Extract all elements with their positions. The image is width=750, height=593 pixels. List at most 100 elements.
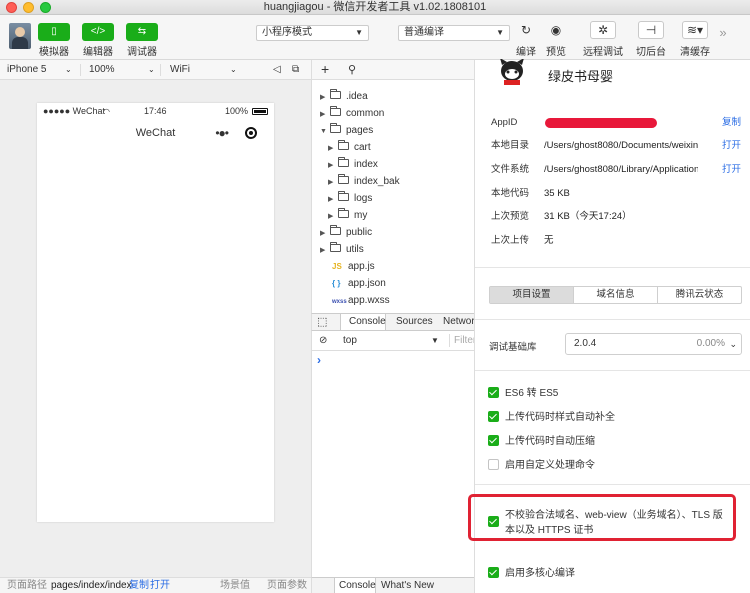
console-prompt: ›	[317, 353, 321, 367]
tree-item-my[interactable]: ▶ my	[328, 207, 367, 224]
bug-icon: ✲	[590, 21, 616, 39]
inspect-element-icon[interactable]: ⬚	[317, 314, 327, 330]
network-select[interactable]: WiFi	[170, 60, 190, 80]
redacted-appid	[545, 118, 657, 128]
debugger-toggle-button[interactable]: ⇆	[126, 23, 158, 41]
copy-appid-link[interactable]: 复制	[722, 115, 741, 131]
checkbox-unchecked-icon[interactable]	[488, 459, 499, 470]
wxss-file-icon: wxss	[332, 299, 347, 305]
simulator-header: iPhone 5 ⌄ 100% ⌄ WiFi ⌄ ◁ ⧉	[0, 60, 311, 80]
open-path-link[interactable]: 打开	[150, 578, 170, 593]
scene-value-link[interactable]: 场景值	[220, 578, 250, 593]
folder-icon	[338, 140, 349, 150]
compile-button[interactable]: ↻ 编译	[514, 21, 538, 58]
info-row-local-code: 本地代码 35 KB	[491, 188, 570, 199]
preview-button[interactable]: ◉ 预览	[544, 21, 568, 58]
layers-icon: ≋▾	[682, 21, 708, 39]
avatar[interactable]	[9, 23, 31, 49]
lib-version-label: 调试基础库	[489, 342, 537, 353]
chevron-down-icon[interactable]: ⌄	[148, 60, 155, 80]
option-es6-to-es5[interactable]: ES6 转 ES5	[488, 387, 558, 401]
zoom-window-button[interactable]	[40, 2, 51, 13]
option-style-autoprefix[interactable]: 上传代码时样式自动补全	[488, 411, 615, 425]
info-row-appid: AppID 复制	[491, 115, 741, 131]
tree-item-public[interactable]: ▶ public	[320, 224, 372, 241]
tab-console[interactable]: Console	[349, 314, 386, 330]
tree-item-app-js[interactable]: JS app.js	[332, 258, 375, 275]
checkbox-checked-icon[interactable]	[488, 411, 499, 422]
minimize-window-button[interactable]	[23, 2, 34, 13]
drawer-tab-whats-new[interactable]: What's New	[381, 578, 434, 593]
tree-item-app-wxss[interactable]: wxssapp.wxss	[332, 292, 390, 309]
tree-item-common[interactable]: ▶ common	[320, 105, 384, 122]
option-multicore-compile[interactable]: 启用多核心编译	[488, 567, 575, 581]
caret-down-icon: ▼	[355, 28, 363, 37]
more-tools-chevron-icon[interactable]: »	[716, 25, 730, 40]
tree-item-logs[interactable]: ▶ logs	[328, 190, 372, 207]
background-button[interactable]: ⊣ 切后台	[636, 21, 666, 58]
mode-select[interactable]: 小程序模式 ▼	[256, 25, 369, 41]
debug-arrows-icon: ⇆	[137, 26, 147, 37]
console-tab-bar: ⬚ Console Sources Network	[311, 313, 475, 331]
option-custom-commands[interactable]: 启用自定义处理命令	[488, 459, 595, 473]
console-output[interactable]: ›	[311, 351, 474, 577]
copy-path-link[interactable]: 复制	[129, 578, 149, 593]
speaker-icon[interactable]: ◁	[273, 60, 281, 80]
open-file-system-link[interactable]: 打开	[722, 162, 741, 178]
caret-right-icon: ▶	[320, 230, 326, 237]
tree-item-idea[interactable]: ▶ .idea	[320, 88, 368, 105]
page-params-link[interactable]: 页面参数	[267, 578, 307, 593]
open-local-dir-link[interactable]: 打开	[722, 138, 741, 154]
chevron-down-icon[interactable]: ⌄	[65, 60, 72, 80]
console-filter-input[interactable]: Filter	[454, 331, 475, 350]
checkbox-checked-icon[interactable]	[488, 435, 499, 446]
popout-icon[interactable]: ⧉	[292, 60, 299, 80]
context-select[interactable]: top	[343, 331, 357, 350]
simulator-toggle-button[interactable]: ▯	[38, 23, 70, 41]
tree-item-index-bak[interactable]: ▶ index_bak	[328, 173, 400, 190]
chevron-down-icon[interactable]: ⌄	[230, 60, 237, 80]
add-file-icon[interactable]: +	[321, 61, 329, 77]
clear-cache-button[interactable]: ≋▾ 清缓存	[678, 21, 712, 58]
tree-item-cart[interactable]: ▶ cart	[328, 139, 371, 156]
tab-project-settings[interactable]: 项目设置	[490, 287, 574, 303]
info-row-last-upload: 上次上传 无	[491, 235, 554, 246]
phone-screen[interactable]: ●●●●● WeChat ◠ 17:46 100% WeChat •●•	[37, 103, 274, 522]
tab-tencent-cloud[interactable]: 腾讯云状态	[658, 287, 741, 303]
battery-percent: 100%	[224, 106, 248, 116]
search-icon[interactable]: ⚲	[348, 62, 356, 78]
close-window-button[interactable]	[6, 2, 17, 13]
caret-right-icon: ▶	[320, 247, 326, 254]
tab-domain-info[interactable]: 域名信息	[574, 287, 658, 303]
remote-debug-button[interactable]: ✲ 远程调试	[583, 21, 623, 58]
more-dots-icon[interactable]: •●•	[215, 120, 229, 146]
tab-network[interactable]: Network	[443, 314, 475, 330]
clear-console-icon[interactable]: ⊘	[319, 331, 327, 350]
tree-item-utils[interactable]: ▶ utils	[320, 241, 364, 258]
zoom-select[interactable]: 100%	[89, 60, 115, 80]
debugger-label: 调试器	[127, 47, 157, 58]
refresh-icon: ↻	[520, 23, 532, 37]
capsule-close-icon[interactable]	[245, 127, 257, 139]
drawer-tab-console[interactable]: Console	[339, 578, 376, 593]
battery-icon	[252, 108, 268, 115]
tree-item-app-json[interactable]: { } app.json	[332, 275, 386, 292]
checkbox-checked-icon[interactable]	[488, 387, 499, 398]
lib-version-select[interactable]: 2.0.4 0.00% ⌄	[565, 333, 742, 355]
js-file-icon: JS	[332, 262, 342, 271]
tree-item-index[interactable]: ▶ index	[328, 156, 378, 173]
compile-mode-select[interactable]: 普通编译 ▼	[398, 25, 510, 41]
tree-item-pages[interactable]: ▼ pages	[320, 122, 373, 139]
checkbox-checked-icon[interactable]	[488, 567, 499, 578]
caret-right-icon: ▶	[328, 162, 334, 169]
option-minify-upload[interactable]: 上传代码时自动压缩	[488, 435, 595, 449]
caret-down-icon[interactable]: ▼	[431, 331, 439, 350]
nav-title: WeChat	[135, 127, 176, 139]
highlight-annotation-box	[468, 494, 736, 541]
folder-icon	[338, 174, 349, 184]
device-select[interactable]: iPhone 5	[7, 60, 46, 80]
editor-toggle-button[interactable]: </>	[82, 23, 114, 41]
chevron-down-icon: ⌄	[729, 339, 737, 349]
file-tree: ▶ .idea ▶ common ▼ pages ▶ cart ▶ index ▶ inde…	[311, 80, 474, 313]
tab-sources[interactable]: Sources	[396, 314, 433, 330]
